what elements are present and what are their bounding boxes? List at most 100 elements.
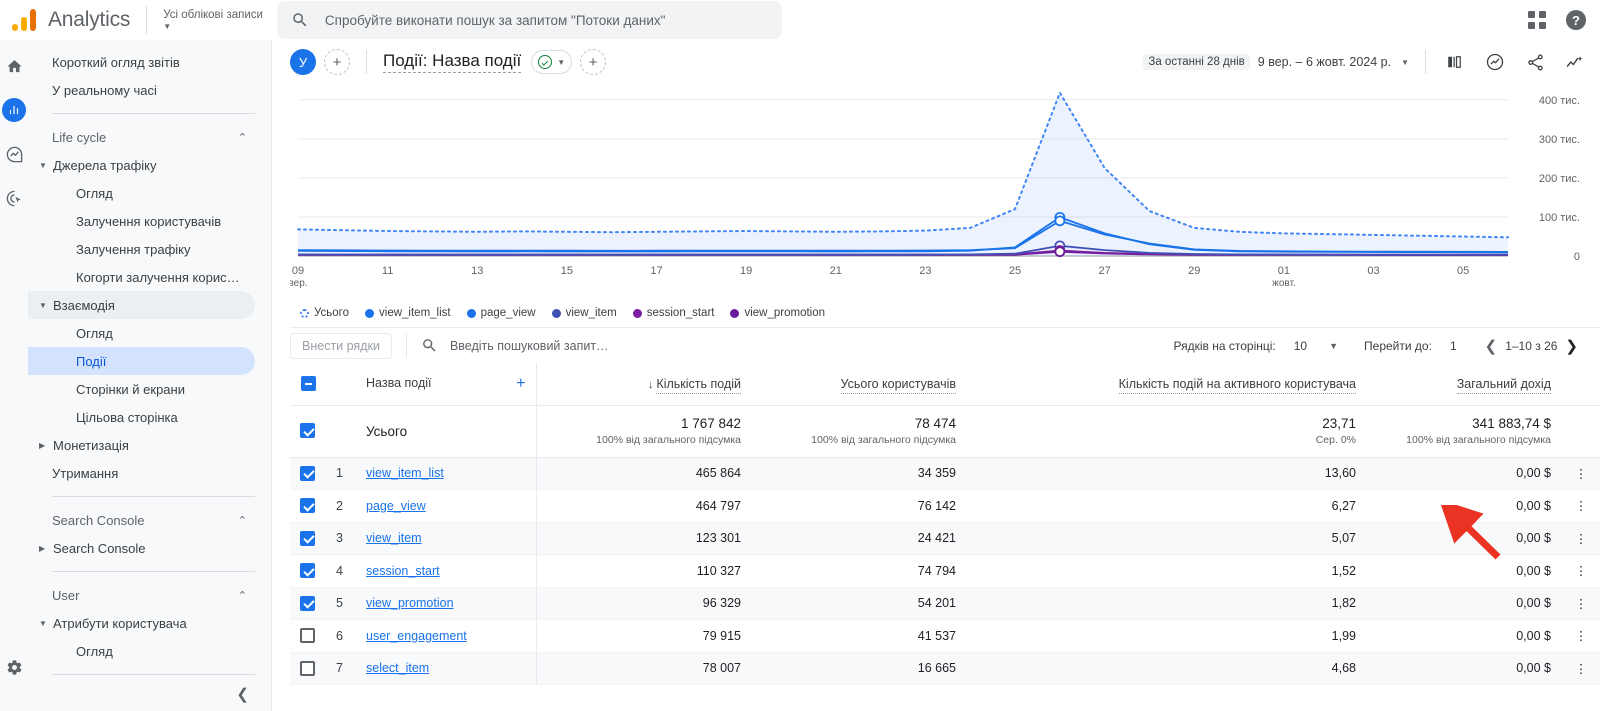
avatar[interactable]: У [290, 49, 316, 75]
global-search[interactable] [276, 1, 782, 39]
chevron-up-icon[interactable]: ⌃ [238, 514, 247, 527]
row-checkbox[interactable] [300, 563, 315, 579]
chevron-up-icon[interactable]: ⌃ [238, 589, 247, 602]
row-total-users: 16 665 [751, 652, 966, 685]
legend-item-session_start[interactable]: session_start [632, 307, 715, 319]
advertising-icon[interactable] [2, 186, 26, 210]
chevron-down-icon[interactable]: ▼ [1329, 341, 1338, 351]
column-header-total-revenue[interactable]: Загальний дохід [1366, 363, 1561, 406]
table-search-input[interactable] [447, 337, 708, 354]
select-all-checkbox[interactable] [300, 376, 316, 392]
caret-right-icon[interactable]: ▶ [39, 544, 51, 553]
insights-icon[interactable] [1484, 51, 1506, 73]
sidebar-item-короткий-огляд-звітів[interactable]: Короткий огляд звітів [28, 48, 255, 76]
caret-right-icon[interactable]: ▶ [39, 441, 51, 450]
explore-icon[interactable] [2, 142, 26, 166]
row-checkbox[interactable] [300, 595, 315, 611]
add-rows-button[interactable]: Внести рядки [290, 332, 392, 359]
add-dimension-icon[interactable]: + [516, 375, 525, 392]
chevron-down-icon: ▼ [1401, 57, 1409, 67]
legend-item-view_item[interactable]: view_item [551, 307, 617, 319]
sidebar-item-search-console[interactable]: Search Console ⌃ [28, 506, 255, 534]
sidebar-item-life-cycle[interactable]: Life cycle ⌃ [28, 123, 255, 151]
legend-item-page_view[interactable]: page_view [466, 307, 536, 319]
column-header-event-count[interactable]: ↓ Кількість подій [535, 363, 751, 406]
add-comparison-button[interactable]: + [324, 49, 350, 75]
event-name-link[interactable]: view_item [366, 531, 422, 545]
row-checkbox[interactable] [300, 530, 315, 546]
event-name-link[interactable]: page_view [366, 499, 426, 513]
event-name-link[interactable]: view_item_list [366, 466, 444, 480]
sidebar-item-монетизація[interactable]: ▶ Монетизація [28, 431, 255, 459]
rows-per-page-value[interactable]: 10 [1294, 339, 1307, 353]
row-menu-icon[interactable]: ⋮ [1561, 522, 1600, 555]
row-menu-icon[interactable]: ⋮ [1561, 652, 1600, 685]
prev-page-icon[interactable]: ❮ [1477, 337, 1506, 355]
sidebar-item-залучення-користувачів[interactable]: Залучення користувачів [28, 207, 255, 235]
legend-label: session_start [646, 307, 715, 319]
sidebar-item-залучення-трафіку[interactable]: Залучення трафіку [28, 235, 255, 263]
compare-icon[interactable] [1444, 51, 1466, 73]
column-header-total-users[interactable]: Усього користувачів [751, 363, 966, 406]
sidebar-item-огляд[interactable]: Огляд [28, 637, 255, 665]
row-checkbox[interactable] [300, 660, 315, 676]
column-header-events-per-user[interactable]: Кількість подій на активного користувача [966, 363, 1366, 406]
caret-down-icon[interactable]: ▼ [39, 301, 51, 310]
reports-icon[interactable] [2, 98, 26, 122]
sidebar-item-цільова-сторінка[interactable]: Цільова сторінка [28, 403, 255, 431]
sidebar-item-у-реальному-часі[interactable]: У реальному часі [28, 76, 255, 104]
goto-page-value[interactable]: 1 [1450, 339, 1457, 353]
sidebar-item-утримання[interactable]: Утримання [28, 459, 255, 487]
index-header [326, 363, 356, 406]
legend-item-view_promotion[interactable]: view_promotion [730, 307, 825, 319]
date-range-picker[interactable]: За останні 28 днів 9 вер. – 6 жовт. 2024… [1143, 54, 1409, 70]
sidebar-item-огляд[interactable]: Огляд [28, 319, 255, 347]
row-menu-icon[interactable]: ⋮ [1561, 619, 1600, 653]
row-menu-icon[interactable]: ⋮ [1561, 489, 1600, 523]
gear-icon[interactable] [2, 655, 26, 679]
event-name-link[interactable]: select_item [366, 661, 429, 675]
sidebar-item-огляд[interactable]: Огляд [28, 179, 255, 207]
row-checkbox[interactable] [300, 628, 315, 644]
sidebar-item-джерела-трафіку[interactable]: ▼ Джерела трафіку [28, 151, 255, 179]
table-header-row: Назва події + ↓ Кількість подій Усього ко… [290, 363, 1600, 406]
chart-x-tick-label: 01 [1278, 265, 1290, 277]
chevron-up-icon[interactable]: ⌃ [238, 131, 247, 144]
row-index: 6 [326, 619, 356, 653]
row-menu-icon[interactable]: ⋮ [1561, 554, 1600, 588]
row-checkbox[interactable] [300, 465, 315, 481]
chart-x-tick-label: 25 [1009, 265, 1021, 277]
sidebar-item-атрибути-користувача[interactable]: ▼ Атрибути користувача [28, 609, 255, 637]
totals-checkbox[interactable] [300, 423, 315, 439]
table-search[interactable] [421, 337, 1174, 354]
sidebar-collapse-icon[interactable]: ❮ [236, 685, 249, 703]
event-name-link[interactable]: view_promotion [366, 596, 454, 610]
page-title[interactable]: Події: Назва події [383, 51, 522, 73]
legend-item-view_item_list[interactable]: view_item_list [365, 307, 451, 319]
grid-apps-icon[interactable] [1528, 11, 1546, 29]
sidebar-item-user[interactable]: User ⌃ [28, 581, 255, 609]
next-page-icon[interactable]: ❯ [1557, 337, 1586, 355]
caret-down-icon[interactable]: ▼ [39, 619, 51, 628]
sidebar-item-search-console[interactable]: ▶ Search Console [28, 534, 255, 562]
home-icon[interactable] [2, 54, 26, 78]
legend-item-Усього[interactable]: Усього [300, 307, 349, 319]
sidebar-item-події[interactable]: Події [28, 347, 255, 375]
event-name-link[interactable]: user_engagement [366, 629, 467, 643]
share-icon[interactable] [1524, 51, 1546, 73]
sidebar-item-когорти-залучення-корис[interactable]: Когорти залучення корис… [28, 263, 255, 291]
row-event-name-cell: page_view [356, 489, 536, 523]
add-filter-button[interactable]: + [580, 49, 607, 75]
row-menu-icon[interactable]: ⋮ [1561, 587, 1600, 620]
caret-down-icon[interactable]: ▼ [39, 161, 51, 170]
row-checkbox[interactable] [300, 498, 315, 514]
sidebar-item-взаємодія[interactable]: ▼ Взаємодія [28, 291, 255, 319]
help-icon[interactable]: ? [1566, 10, 1586, 30]
event-name-link[interactable]: session_start [366, 564, 440, 578]
row-menu-icon[interactable]: ⋮ [1561, 457, 1600, 490]
validation-chip[interactable]: ▼ [531, 50, 573, 74]
sidebar-item-сторінки-й-екрани[interactable]: Сторінки й екрани [28, 375, 255, 403]
trend-icon[interactable] [1564, 51, 1586, 73]
account-selector[interactable]: Усі облікові записи ▼ [163, 9, 263, 31]
search-input[interactable] [322, 11, 768, 29]
